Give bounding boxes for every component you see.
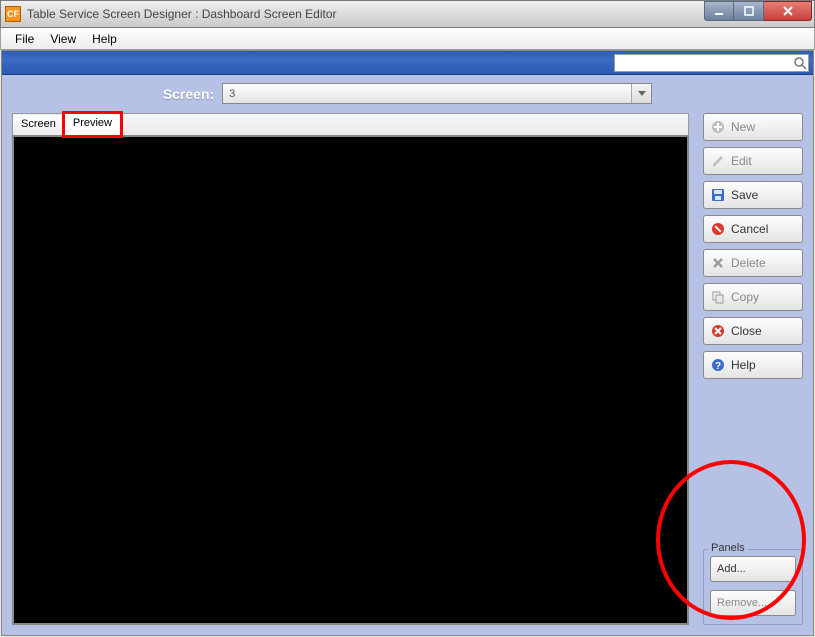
cancel-label: Cancel xyxy=(731,222,768,236)
chevron-down-icon xyxy=(631,84,651,103)
close-label: Close xyxy=(731,324,762,338)
delete-icon xyxy=(710,255,726,271)
screen-dropdown[interactable]: 3 xyxy=(222,83,652,104)
right-column: New Edit Save xyxy=(703,113,803,625)
edit-button[interactable]: Edit xyxy=(703,147,803,175)
header-band xyxy=(2,51,813,75)
panels-add-button[interactable]: Add... xyxy=(710,556,796,582)
cancel-button[interactable]: Cancel xyxy=(703,215,803,243)
app-body: Screen: 3 Screen Preview xyxy=(1,50,814,636)
content-area: Screen: 3 Screen Preview xyxy=(2,75,813,635)
maximize-button[interactable] xyxy=(734,1,764,21)
tab-screen-label: Screen xyxy=(21,118,56,130)
minimize-button[interactable] xyxy=(704,1,734,21)
new-button[interactable]: New xyxy=(703,113,803,141)
close-button[interactable]: Close xyxy=(703,317,803,345)
screen-dropdown-value: 3 xyxy=(229,88,235,100)
main-row: Screen Preview New xyxy=(12,113,803,625)
search-icon[interactable] xyxy=(792,55,808,71)
close-icon xyxy=(710,323,726,339)
app-icon: CF xyxy=(5,6,21,22)
screen-selector-row: Screen: 3 xyxy=(12,83,803,104)
new-label: New xyxy=(731,120,755,134)
titlebar: CF Table Service Screen Designer : Dashb… xyxy=(0,0,815,28)
tab-preview-label: Preview xyxy=(73,117,112,129)
panels-group: Panels Add... Remove... xyxy=(703,549,803,625)
panels-remove-button[interactable]: Remove... xyxy=(710,590,796,616)
menu-help[interactable]: Help xyxy=(84,32,125,46)
tab-preview[interactable]: Preview xyxy=(62,111,123,138)
search-box xyxy=(614,54,809,72)
window-controls xyxy=(704,1,812,21)
tab-screen[interactable]: Screen xyxy=(13,114,65,135)
cancel-icon xyxy=(710,221,726,237)
svg-text:?: ? xyxy=(715,361,721,372)
help-button[interactable]: ? Help xyxy=(703,351,803,379)
panels-remove-label: Remove... xyxy=(717,597,767,609)
copy-label: Copy xyxy=(731,290,759,304)
save-label: Save xyxy=(731,188,758,202)
help-icon: ? xyxy=(710,357,726,373)
menubar: File View Help xyxy=(0,28,815,50)
panels-title: Panels xyxy=(708,542,748,554)
pencil-icon xyxy=(710,153,726,169)
spacer xyxy=(703,385,803,543)
menu-file[interactable]: File xyxy=(7,32,42,46)
copy-button[interactable]: Copy xyxy=(703,283,803,311)
edit-label: Edit xyxy=(731,154,752,168)
tab-bar: Screen Preview xyxy=(12,113,689,135)
delete-label: Delete xyxy=(731,256,766,270)
menu-view[interactable]: View xyxy=(42,32,84,46)
plus-circle-icon xyxy=(710,119,726,135)
save-button[interactable]: Save xyxy=(703,181,803,209)
window-close-button[interactable] xyxy=(764,1,812,21)
save-icon xyxy=(710,187,726,203)
search-input[interactable] xyxy=(615,55,792,71)
copy-icon xyxy=(710,289,726,305)
delete-button[interactable]: Delete xyxy=(703,249,803,277)
left-column: Screen Preview xyxy=(12,113,689,625)
window-title: Table Service Screen Designer : Dashboar… xyxy=(27,7,337,21)
help-label: Help xyxy=(731,358,756,372)
panels-add-label: Add... xyxy=(717,563,746,575)
screen-label: Screen: xyxy=(163,86,214,102)
preview-pane xyxy=(12,135,689,625)
